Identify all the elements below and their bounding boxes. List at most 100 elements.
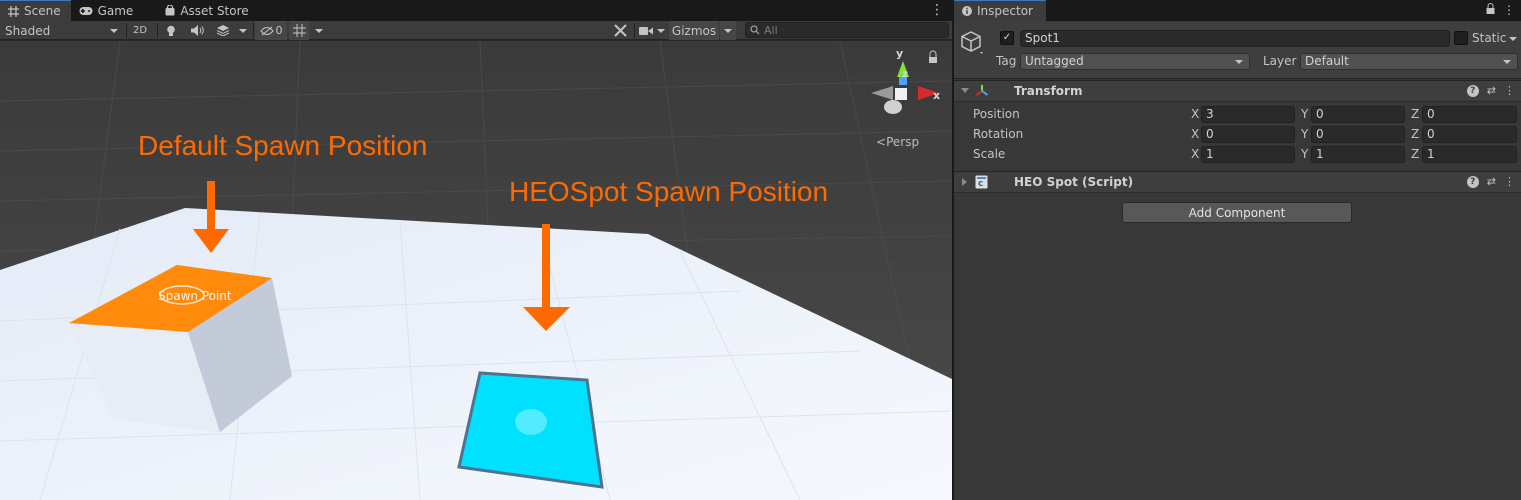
- projection-label: Persp: [886, 135, 920, 149]
- scene-visibility-button[interactable]: 0: [255, 21, 287, 40]
- inspector-tabbar: Inspector ⋮: [954, 0, 1521, 21]
- inspector-panel: Inspector ⋮ ✓ Spot1 Static Tag Untagged …: [954, 0, 1521, 500]
- scale-z-field[interactable]: 1: [1422, 146, 1517, 163]
- inspector-header-icons: ⋮: [1486, 3, 1515, 17]
- camera-dropdown-button[interactable]: [655, 21, 667, 40]
- help-icon[interactable]: ?: [1466, 176, 1479, 188]
- add-component-button[interactable]: Add Component: [1122, 202, 1352, 223]
- script-icon: c: [975, 175, 988, 189]
- gizmos-label: Gizmos: [671, 23, 717, 38]
- scene-viewport[interactable]: Default Spawn Position HEOSpot Spawn Pos…: [0, 41, 952, 500]
- inspector-menu-icon[interactable]: ⋮: [1503, 3, 1515, 17]
- default-spawn-annotation: Default Spawn Position: [138, 130, 428, 161]
- tab-game-label: Game: [97, 3, 134, 18]
- scene-view-canvas: [0, 41, 952, 500]
- object-name-field[interactable]: Spot1: [1020, 30, 1450, 47]
- component-menu-icon[interactable]: ⋮: [1504, 175, 1515, 188]
- gameobject-cube-icon[interactable]: [960, 30, 986, 56]
- draw-mode-label: Shaded: [5, 23, 51, 38]
- tools-button[interactable]: [608, 21, 632, 40]
- tag-value: Untagged: [1025, 54, 1084, 68]
- position-y-field[interactable]: 0: [1311, 106, 1405, 123]
- effects-toggle-button[interactable]: [212, 21, 234, 40]
- gizmo-y-label: y: [896, 47, 904, 60]
- tag-label: Tag: [996, 54, 1017, 68]
- rotation-x-field[interactable]: 0: [1201, 126, 1295, 143]
- gizmos-button[interactable]: Gizmos: [669, 21, 719, 40]
- effects-dropdown-button[interactable]: [236, 21, 250, 40]
- transform-header-icons: ? ⇄ ⋮: [1466, 84, 1515, 97]
- grid-dropdown-button[interactable]: [311, 21, 327, 40]
- heospot-component-header[interactable]: c HEO Spot (Script) ? ⇄ ⋮: [954, 171, 1521, 193]
- layers-icon: [217, 25, 229, 36]
- axis-x-label: X: [1191, 107, 1200, 121]
- draw-mode-dropdown[interactable]: Shaded: [0, 21, 124, 40]
- gizmos-dropdown-button[interactable]: [720, 21, 736, 40]
- layer-dropdown[interactable]: Default: [1300, 53, 1518, 70]
- component-menu-icon[interactable]: ⋮: [1504, 84, 1515, 97]
- tab-scene[interactable]: Scene: [0, 0, 71, 21]
- lock-icon[interactable]: [1486, 3, 1495, 14]
- static-dropdown-icon[interactable]: [1509, 37, 1517, 41]
- rotation-z-field[interactable]: 0: [1422, 126, 1517, 143]
- chevron-down-icon: [657, 28, 665, 33]
- lighting-toggle-button[interactable]: [160, 21, 182, 40]
- active-checkbox[interactable]: ✓: [1000, 31, 1014, 45]
- tab-asset-store[interactable]: Asset Store: [157, 0, 258, 21]
- transform-component-header[interactable]: Transform ? ⇄ ⋮: [954, 80, 1521, 102]
- foldout-expanded-icon[interactable]: [961, 88, 969, 93]
- tab-inspector[interactable]: Inspector: [954, 0, 1046, 21]
- spawn-point-label: Spawn Point: [158, 289, 232, 303]
- tag-dropdown[interactable]: Untagged: [1020, 53, 1250, 70]
- search-icon: [750, 25, 760, 35]
- info-icon: [962, 6, 972, 16]
- axis-x-label: X: [1191, 127, 1200, 141]
- chevron-down-icon: [724, 28, 732, 33]
- speaker-icon: [190, 25, 204, 36]
- position-row: Position X 3 Y 0 Z 0: [954, 104, 1521, 124]
- hidden-eye-icon: [259, 26, 274, 35]
- scale-y-field[interactable]: 1: [1311, 146, 1405, 163]
- scene-toolbar: Shaded 2D 0 Gizmos All: [0, 21, 952, 40]
- static-checkbox[interactable]: [1454, 31, 1468, 45]
- rotation-row: Rotation X 0 Y 0 Z 0: [954, 124, 1521, 144]
- presets-icon[interactable]: ⇄: [1487, 175, 1496, 188]
- audio-toggle-button[interactable]: [186, 21, 208, 40]
- toolbar-divider: [126, 23, 127, 38]
- scene-tabbar: Scene Game Asset Store ⋮: [0, 0, 952, 21]
- chevron-down-icon: [110, 28, 118, 33]
- projection-toggle[interactable]: <Persp: [876, 135, 919, 149]
- scale-x-field[interactable]: 1: [1201, 146, 1295, 163]
- rotation-y-field[interactable]: 0: [1311, 126, 1405, 143]
- chevron-down-icon: [315, 28, 323, 33]
- layer-value: Default: [1305, 54, 1349, 68]
- toolbar-divider: [157, 23, 158, 38]
- hidden-count: 0: [275, 24, 283, 37]
- transform-title: Transform: [1014, 84, 1083, 98]
- heospot-spawn-annotation: HEOSpot Spawn Position: [509, 176, 829, 207]
- axis-z-label: Z: [1411, 127, 1420, 141]
- camera-settings-button[interactable]: [636, 21, 656, 40]
- presets-icon[interactable]: ⇄: [1487, 84, 1496, 97]
- axis-y-label: Y: [1301, 147, 1309, 161]
- search-placeholder: All: [764, 23, 778, 37]
- gizmo-center-cube: [895, 88, 907, 100]
- help-icon[interactable]: ?: [1466, 85, 1479, 97]
- tab-game[interactable]: Game: [71, 0, 144, 21]
- heospot-center: [515, 409, 547, 435]
- scene-search-input[interactable]: All: [745, 22, 949, 38]
- position-z-field[interactable]: 0: [1422, 106, 1517, 123]
- axis-z-label: Z: [1411, 147, 1420, 161]
- toolbar-divider: [634, 23, 635, 38]
- chevron-down-icon: [1235, 60, 1243, 64]
- position-x-field[interactable]: 3: [1201, 106, 1295, 123]
- scene-panel-menu-icon[interactable]: ⋮: [930, 3, 944, 17]
- layer-label: Layer: [1263, 54, 1297, 68]
- grid-toggle-button[interactable]: [289, 21, 309, 40]
- rotation-label: Rotation: [973, 127, 1024, 141]
- gameobject-header: ✓ Spot1 Static Tag Untagged Layer Defaul…: [954, 21, 1521, 79]
- gizmo-x-label: x: [933, 89, 941, 102]
- mode-2d-button[interactable]: 2D: [128, 21, 152, 40]
- lightbulb-icon: [167, 25, 175, 36]
- foldout-collapsed-icon[interactable]: [962, 178, 967, 186]
